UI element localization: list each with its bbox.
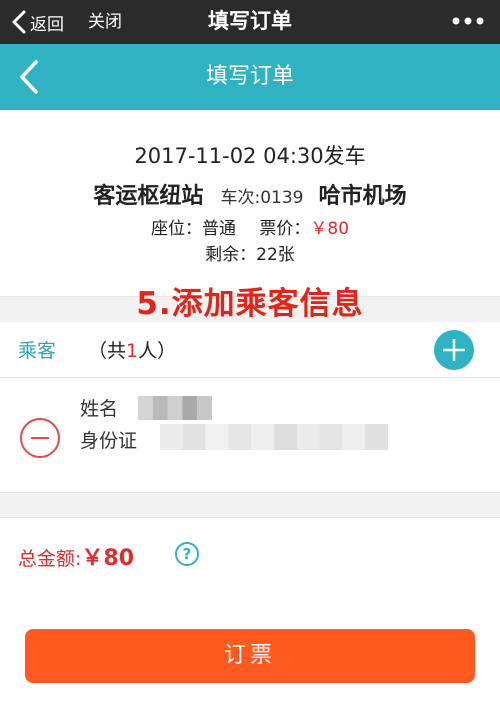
passenger-label: 乘客 (18, 340, 57, 362)
remaining-tickets: 剩余：22张 (205, 245, 295, 265)
passenger-count: （共1人） (88, 336, 176, 363)
more-options-icon[interactable] (448, 6, 488, 36)
trip-info: 2017-11-02 04:30发车 客运枢纽站 车次:0139 哈市机场 座位… (0, 110, 500, 296)
name-label: 姓名 (80, 398, 119, 420)
page-title: 填写订单 (208, 9, 292, 33)
step-annotation: 5.添加乘客信息 (136, 286, 364, 322)
total-amount: 总金额:￥80 (18, 540, 134, 572)
app-header: 填写订单 (0, 44, 500, 110)
book-ticket-button[interactable]: 订票 (25, 629, 475, 683)
id-value-redacted (160, 424, 388, 450)
seat-type: 座位：普通 (150, 219, 236, 239)
id-card-label: 身份证 (80, 430, 138, 452)
total-label: 总金额: (18, 548, 82, 570)
passenger-header: 乘客 （共1人） (0, 322, 500, 378)
price-value: ￥80 (310, 219, 350, 239)
count-suffix: 人） (138, 340, 177, 362)
seat-price-line: 座位：普通 票价：￥80 (0, 214, 500, 239)
count-number: 1 (126, 340, 139, 362)
departure-time: 2017-11-02 04:30发车 (134, 144, 366, 168)
price-label: 票价： (259, 219, 311, 239)
help-icon[interactable]: ? (175, 542, 199, 566)
section-divider (0, 492, 500, 518)
plus-circle-icon (443, 339, 465, 361)
count-prefix: （共 (88, 340, 127, 362)
app-title: 填写订单 (205, 64, 294, 89)
route: 客运枢纽站 车次:0139 哈市机场 (0, 178, 500, 210)
from-station: 客运枢纽站 (93, 184, 204, 209)
to-station: 哈市机场 (318, 184, 407, 209)
add-passenger-button[interactable] (434, 330, 474, 370)
remove-passenger-button[interactable] (20, 418, 60, 458)
train-number: 车次:0139 (220, 188, 304, 208)
name-value-redacted (138, 396, 212, 420)
wechat-title-bar: 返回 关闭 填写订单 (0, 0, 500, 44)
total-value: ￥80 (81, 546, 135, 571)
